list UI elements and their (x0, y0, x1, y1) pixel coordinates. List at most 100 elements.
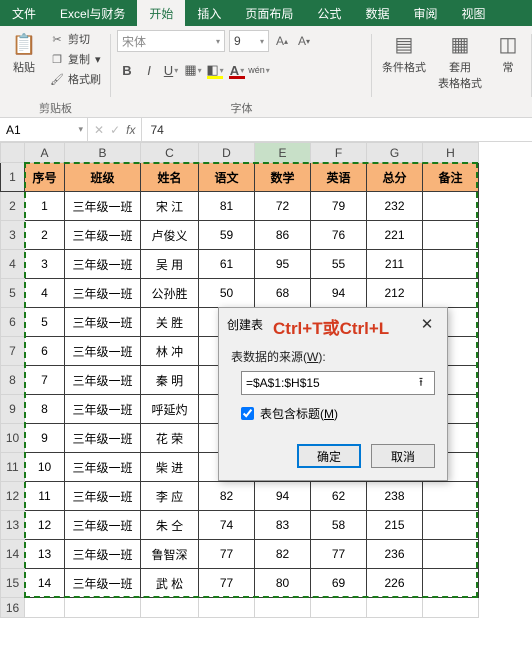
cell[interactable]: 50 (199, 279, 255, 308)
row-header-8[interactable]: 8 (1, 366, 25, 395)
headers-checkbox[interactable] (241, 407, 254, 420)
cell[interactable]: 94 (311, 279, 367, 308)
cell[interactable]: 11 (25, 482, 65, 511)
cell[interactable] (255, 598, 311, 618)
cell[interactable] (423, 482, 479, 511)
cell[interactable]: 三年级一班 (65, 192, 141, 221)
row-header-2[interactable]: 2 (1, 192, 25, 221)
cell[interactable]: 215 (367, 511, 423, 540)
row-header-12[interactable]: 12 (1, 482, 25, 511)
cell[interactable]: 花 荣 (141, 424, 199, 453)
cell[interactable]: 吴 用 (141, 250, 199, 279)
cell[interactable]: 3 (25, 250, 65, 279)
conditional-format-button[interactable]: ▤ 条件格式 (378, 30, 430, 77)
cell[interactable]: 95 (255, 250, 311, 279)
col-header-G[interactable]: G (367, 143, 423, 163)
cell[interactable]: 三年级一班 (65, 279, 141, 308)
copy-button[interactable]: ❐复制▾ (46, 50, 105, 68)
cell[interactable]: 79 (311, 192, 367, 221)
col-header-A[interactable]: A (25, 143, 65, 163)
font-name-select[interactable]: 宋体▾ (117, 30, 225, 52)
cell[interactable] (25, 598, 65, 618)
cell[interactable]: 关 胜 (141, 308, 199, 337)
cell[interactable]: 三年级一班 (65, 337, 141, 366)
cell[interactable]: 211 (367, 250, 423, 279)
cell[interactable]: 卢俊义 (141, 221, 199, 250)
tab-home[interactable]: 开始 (137, 0, 185, 26)
cell[interactable]: 1 (25, 192, 65, 221)
format-painter-button[interactable]: 🖌格式刷 (46, 70, 105, 88)
cell[interactable]: 武 松 (141, 569, 199, 598)
col-header-D[interactable]: D (199, 143, 255, 163)
cell[interactable]: 柴 进 (141, 453, 199, 482)
row-header-16[interactable]: 16 (1, 598, 25, 618)
name-box[interactable]: A1 (0, 118, 88, 141)
tab-excel-finance[interactable]: Excel与财务 (48, 0, 137, 26)
cell[interactable]: 77 (199, 540, 255, 569)
cell[interactable] (141, 598, 199, 618)
formula-input[interactable]: 74 (142, 118, 532, 141)
underline-button[interactable]: U▾ (161, 60, 181, 80)
select-all-corner[interactable] (1, 143, 25, 163)
tab-file[interactable]: 文件 (0, 0, 48, 26)
cell[interactable]: 三年级一班 (65, 308, 141, 337)
hdr-name[interactable]: 姓名 (141, 163, 199, 192)
cell[interactable]: 12 (25, 511, 65, 540)
cell[interactable]: 74 (199, 511, 255, 540)
cell[interactable]: 林 冲 (141, 337, 199, 366)
cell[interactable]: 226 (367, 569, 423, 598)
cell[interactable]: 69 (311, 569, 367, 598)
cell[interactable]: 236 (367, 540, 423, 569)
ok-button[interactable]: 确定 (297, 444, 361, 468)
paste-button[interactable]: 📋 粘贴 (6, 30, 42, 77)
fill-color-button[interactable]: ◧▾ (205, 60, 225, 80)
row-header-5[interactable]: 5 (1, 279, 25, 308)
cell[interactable]: 232 (367, 192, 423, 221)
cell[interactable]: 82 (199, 482, 255, 511)
cancel-formula-icon[interactable]: ✕ (94, 123, 104, 137)
tab-view[interactable]: 视图 (449, 0, 497, 26)
cancel-button[interactable]: 取消 (371, 444, 435, 468)
row-header-9[interactable]: 9 (1, 395, 25, 424)
cell[interactable]: 宋 江 (141, 192, 199, 221)
row-header-6[interactable]: 6 (1, 308, 25, 337)
cell[interactable]: 86 (255, 221, 311, 250)
col-header-C[interactable]: C (141, 143, 199, 163)
cell[interactable]: 秦 明 (141, 366, 199, 395)
hdr-math[interactable]: 数学 (255, 163, 311, 192)
cell[interactable] (423, 250, 479, 279)
cell[interactable]: 82 (255, 540, 311, 569)
cell[interactable]: 59 (199, 221, 255, 250)
row-header-14[interactable]: 14 (1, 540, 25, 569)
cell[interactable]: 鲁智深 (141, 540, 199, 569)
cell[interactable]: 三年级一班 (65, 366, 141, 395)
cell[interactable]: 83 (255, 511, 311, 540)
cell[interactable]: 62 (311, 482, 367, 511)
decrease-font-button[interactable]: A▾ (295, 30, 313, 52)
cell[interactable]: 94 (255, 482, 311, 511)
increase-font-button[interactable]: A▴ (273, 30, 291, 52)
row-header-11[interactable]: 11 (1, 453, 25, 482)
cell[interactable]: 14 (25, 569, 65, 598)
cell[interactable]: 公孙胜 (141, 279, 199, 308)
cell[interactable] (423, 192, 479, 221)
hdr-english[interactable]: 英语 (311, 163, 367, 192)
cell[interactable]: 8 (25, 395, 65, 424)
tab-data[interactable]: 数据 (353, 0, 401, 26)
border-button[interactable]: ▦▾ (183, 60, 203, 80)
cell[interactable]: 三年级一班 (65, 569, 141, 598)
cell[interactable]: 三年级一班 (65, 540, 141, 569)
cell[interactable]: 72 (255, 192, 311, 221)
cell[interactable]: 55 (311, 250, 367, 279)
enter-formula-icon[interactable]: ✓ (110, 123, 120, 137)
cell[interactable]: 80 (255, 569, 311, 598)
col-header-H[interactable]: H (423, 143, 479, 163)
tab-page-layout[interactable]: 页面布局 (233, 0, 305, 26)
row-header-15[interactable]: 15 (1, 569, 25, 598)
hdr-chinese[interactable]: 语文 (199, 163, 255, 192)
cell[interactable]: 三年级一班 (65, 511, 141, 540)
row-header-10[interactable]: 10 (1, 424, 25, 453)
cell[interactable]: 221 (367, 221, 423, 250)
cell[interactable]: 朱 仝 (141, 511, 199, 540)
cell[interactable] (65, 598, 141, 618)
